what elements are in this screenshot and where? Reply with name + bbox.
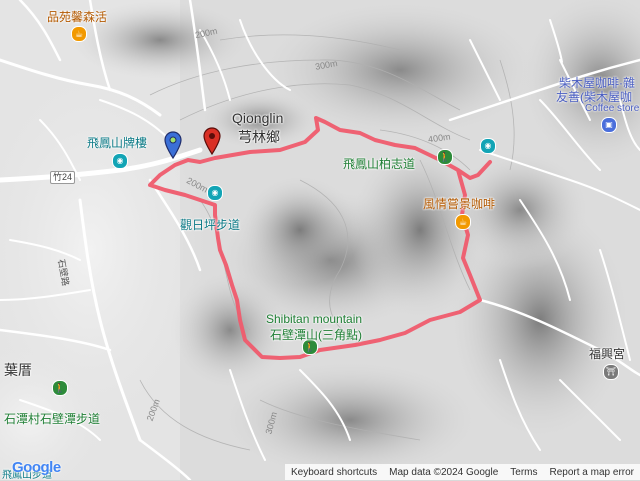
cafe-icon[interactable]: ☕ [71, 26, 87, 42]
keyboard-shortcuts-link[interactable]: Keyboard shortcuts [285, 467, 383, 478]
poi-label-shibitan-en[interactable]: Shibitan mountain [266, 312, 362, 326]
town-label-en: Qionglin [232, 110, 284, 126]
area-label-yecuo: 葉厝 [4, 362, 32, 378]
poi-label-fuxing[interactable]: 福興宮 [589, 345, 625, 362]
camera-icon[interactable]: ◉ [207, 185, 223, 201]
town-label-zh: 芎林鄉 [238, 129, 280, 145]
terms-link[interactable]: Terms [504, 467, 543, 478]
poi-label-feifeng-trail[interactable]: 飛鳳山柏志道 [343, 155, 415, 172]
poi-label-feifeng-gate[interactable]: 飛鳳山牌樓 [87, 134, 147, 151]
map-data-text: Map data ©2024 Google [389, 466, 499, 478]
shopping-bag-icon[interactable]: ▣ [601, 117, 617, 133]
temple-icon[interactable]: ⛩ [603, 364, 619, 380]
map-canvas[interactable] [0, 0, 640, 480]
hiking-icon[interactable]: 🚶 [437, 149, 453, 165]
poi-label-shitan-trail[interactable]: 石潭村石壁潭步道 [4, 410, 100, 427]
report-map-error-link[interactable]: Report a map error [544, 467, 640, 478]
google-logo[interactable]: Google [12, 459, 61, 476]
poi-label-coffee-store[interactable]: Coffee store [585, 103, 639, 114]
end-marker-icon[interactable] [203, 127, 221, 155]
poi-label-fengqing-cafe[interactable]: 風情嘗景咖啡 [423, 195, 495, 212]
poi-label-pinzhu[interactable]: 品苑馨森活 [47, 8, 107, 25]
poi-label-shibitan-zh[interactable]: 石壁潭山(三角點) [270, 326, 362, 343]
camera-icon[interactable]: ◉ [112, 153, 128, 169]
start-marker-icon[interactable] [164, 131, 182, 159]
cafe-icon[interactable]: ☕ [455, 214, 471, 230]
poi-label-trail-a[interactable]: 觀日坪步道 [180, 216, 240, 233]
attribution-bar: Keyboard shortcuts Map data ©2024 Google… [284, 464, 640, 480]
route-badge-24: 竹24 [50, 171, 76, 184]
hiking-icon[interactable]: 🚶 [52, 380, 68, 396]
camera-icon[interactable]: ◉ [480, 138, 496, 154]
google-logo-text: Google [12, 459, 61, 476]
